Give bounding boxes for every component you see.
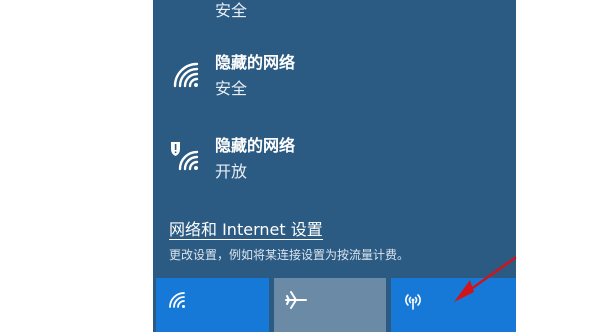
network-item-partial[interactable]: 安全 — [153, 0, 516, 36]
network-settings-description: 更改设置，例如将某连接设置为按流量计费。 — [169, 248, 410, 262]
network-name: 隐藏的网络 — [215, 136, 296, 155]
network-status: 安全 — [215, 1, 248, 20]
wifi-icon — [173, 62, 199, 88]
wifi-toggle-tile[interactable] — [156, 278, 269, 332]
airplane-mode-tile[interactable] — [274, 278, 386, 332]
mobile-hotspot-icon — [405, 294, 421, 310]
network-item-hidden-secure[interactable]: 隐藏的网络 安全 — [153, 50, 516, 114]
annotation-arrow — [454, 256, 517, 302]
wifi-icon — [169, 292, 185, 308]
airplane-icon — [285, 291, 307, 309]
network-status: 开放 — [215, 162, 248, 181]
network-name: 隐藏的网络 — [215, 53, 296, 72]
network-status: 安全 — [215, 79, 248, 98]
network-item-hidden-open[interactable]: 隐藏的网络 开放 — [153, 133, 516, 197]
background-window — [0, 0, 153, 332]
network-settings-link[interactable]: 网络和 Internet 设置 — [169, 219, 323, 241]
wifi-warning-icon — [171, 142, 199, 171]
